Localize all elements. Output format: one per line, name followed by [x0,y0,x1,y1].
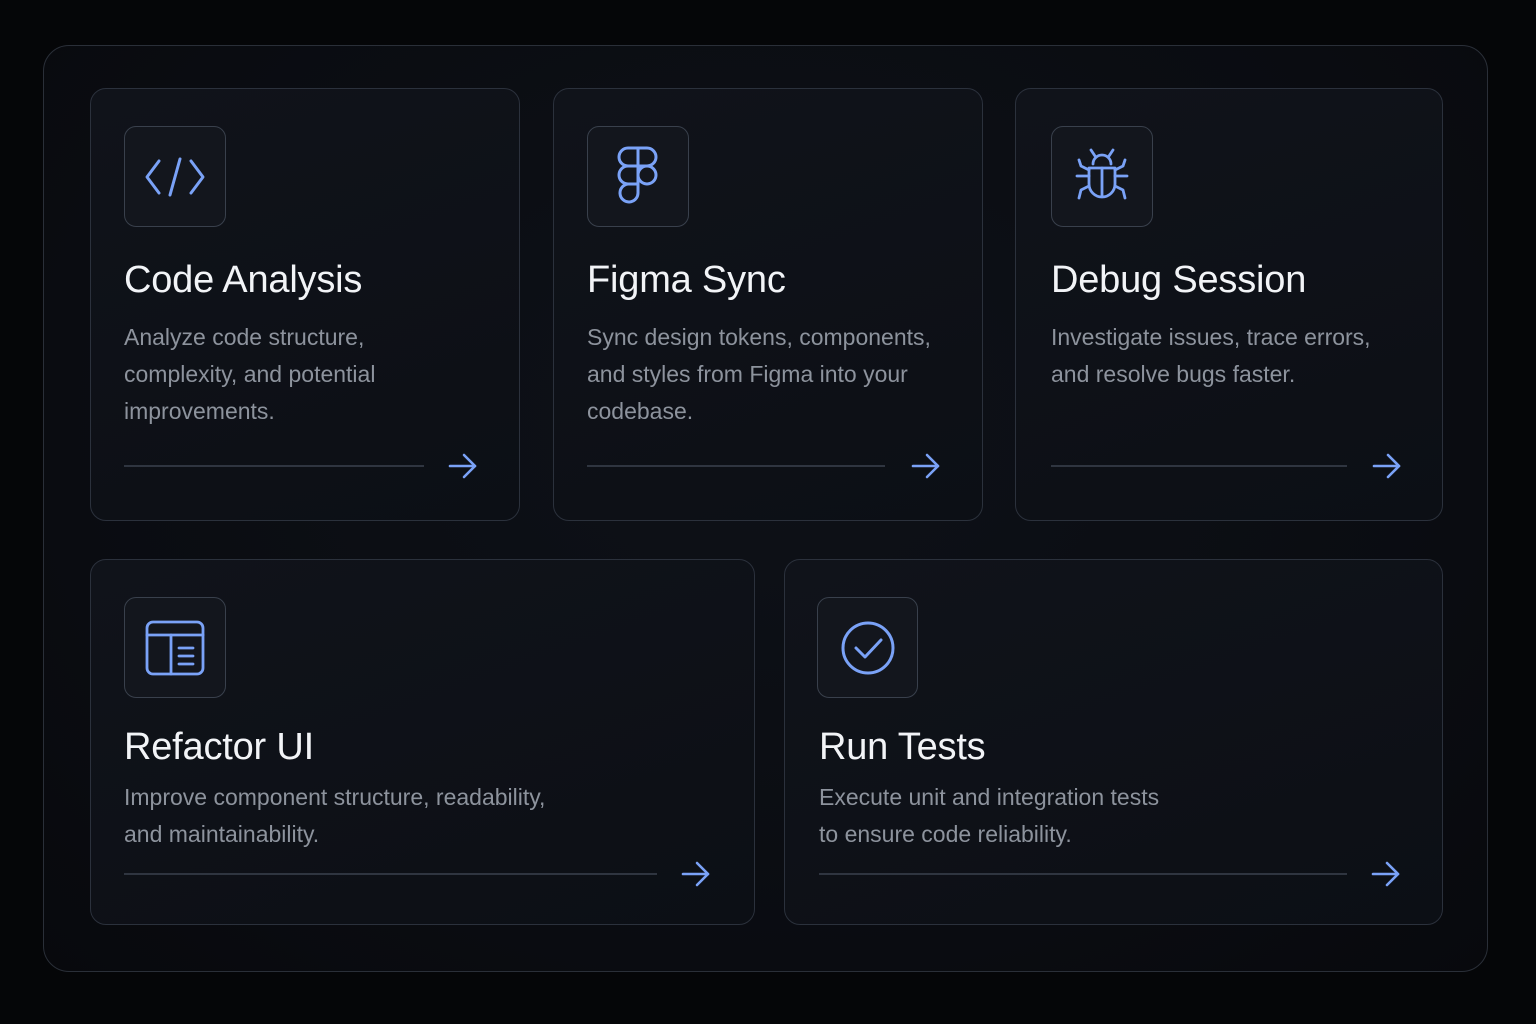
card-title: Run Tests [819,726,986,768]
card-title: Refactor UI [124,726,314,768]
layout-icon [124,597,226,698]
arrow-right-icon[interactable] [1371,452,1403,480]
card-title: Figma Sync [587,259,786,301]
arrow-right-icon[interactable] [1370,860,1402,888]
card-title: Code Analysis [124,259,363,301]
card-figma-sync[interactable]: Figma Sync Sync design tokens, component… [553,88,983,521]
card-description: Analyze code structure, complexity, and … [124,324,376,424]
card-code-analysis[interactable]: Code Analysis Analyze code structure, co… [90,88,520,521]
card-refactor-ui[interactable]: Refactor UI Improve component structure,… [90,559,755,925]
code-icon [124,126,226,227]
card-title: Debug Session [1051,259,1307,301]
card-divider [1051,465,1347,467]
arrow-right-icon[interactable] [680,860,712,888]
card-description: Execute unit and integration tests to en… [819,784,1160,847]
card-divider [587,465,885,467]
card-description: Sync design tokens, components, and styl… [587,324,931,424]
card-divider [819,873,1347,875]
arrow-right-icon[interactable] [910,452,942,480]
check-circle-icon [817,597,918,698]
arrow-right-icon[interactable] [447,452,479,480]
card-divider [124,465,424,467]
figma-icon [587,126,689,227]
card-description: Investigate issues, trace errors, and re… [1051,324,1371,387]
bug-icon [1051,126,1153,227]
card-run-tests[interactable]: Run Tests Execute unit and integration t… [784,559,1443,925]
card-debug-session[interactable]: Debug Session Investigate issues, trace … [1015,88,1443,521]
card-divider [124,873,657,875]
card-description: Improve component structure, readability… [124,784,546,847]
